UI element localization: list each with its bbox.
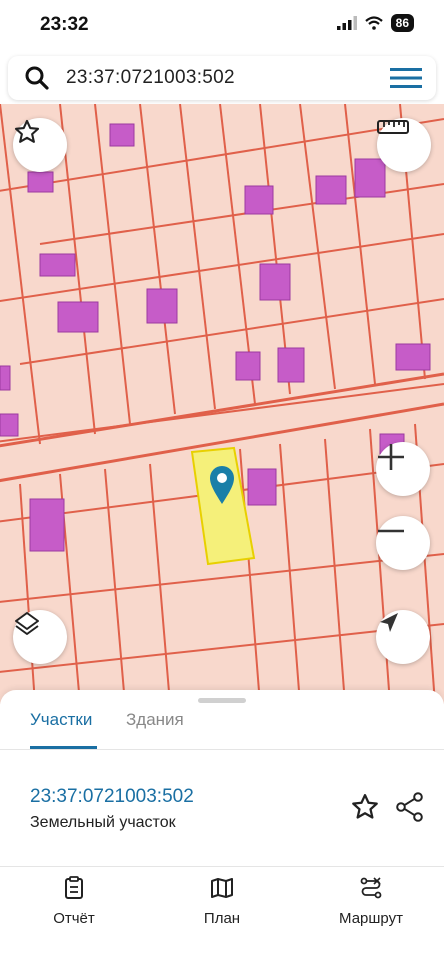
layers-icon bbox=[15, 612, 39, 635]
navigation-arrow-icon bbox=[380, 613, 398, 632]
building bbox=[109, 123, 135, 147]
building bbox=[235, 351, 261, 381]
ruler-icon bbox=[377, 120, 409, 134]
building bbox=[0, 365, 11, 391]
zoom-in-button[interactable] bbox=[376, 442, 430, 496]
share-icon[interactable] bbox=[396, 792, 424, 822]
minus-icon bbox=[378, 529, 404, 533]
building bbox=[27, 171, 54, 193]
parcel-id-link[interactable]: 23:37:0721003:502 bbox=[30, 786, 194, 808]
menu-icon[interactable] bbox=[390, 66, 422, 90]
building bbox=[277, 347, 305, 383]
status-time: 23:32 bbox=[40, 14, 89, 35]
building bbox=[0, 413, 19, 437]
parcel-type: Земельный участок bbox=[30, 814, 176, 831]
favorite-star-icon[interactable] bbox=[350, 792, 380, 822]
route-icon bbox=[360, 877, 382, 899]
report-button[interactable]: Отчёт bbox=[40, 876, 108, 927]
plan-button[interactable]: План bbox=[188, 876, 256, 927]
report-icon bbox=[65, 876, 83, 899]
zoom-out-button[interactable] bbox=[376, 516, 430, 570]
divider bbox=[0, 749, 444, 750]
signal-icon bbox=[336, 16, 357, 30]
bottom-sheet[interactable]: Участки Здания 23:37:0721003:502 Земельн… bbox=[0, 690, 444, 960]
my-location-button[interactable] bbox=[376, 610, 430, 664]
favorite-map-button[interactable] bbox=[13, 118, 67, 172]
search-bar[interactable]: 23:37:0721003:502 bbox=[8, 56, 436, 100]
building bbox=[395, 343, 431, 371]
building bbox=[146, 288, 178, 324]
building bbox=[57, 301, 99, 333]
building bbox=[244, 185, 274, 215]
divider bbox=[0, 866, 444, 867]
plan-label: План bbox=[203, 910, 241, 927]
plus-icon bbox=[378, 444, 404, 470]
building bbox=[29, 498, 65, 552]
search-icon[interactable] bbox=[24, 65, 50, 91]
search-input[interactable]: 23:37:0721003:502 bbox=[66, 67, 235, 89]
ruler-button[interactable] bbox=[377, 118, 431, 172]
star-icon bbox=[14, 119, 40, 143]
building bbox=[247, 468, 277, 506]
layers-button[interactable] bbox=[13, 610, 67, 664]
tab-buildings[interactable]: Здания bbox=[126, 710, 184, 730]
wifi-icon bbox=[364, 16, 383, 30]
map-plan-icon bbox=[211, 878, 233, 898]
cadastral-map[interactable] bbox=[0, 104, 444, 704]
route-button[interactable]: Маршрут bbox=[328, 876, 414, 927]
selected-parcel[interactable] bbox=[190, 446, 256, 566]
building bbox=[315, 175, 347, 205]
status-icons: 86 bbox=[336, 14, 414, 32]
building bbox=[39, 253, 76, 277]
building bbox=[354, 158, 386, 198]
battery-indicator: 86 bbox=[390, 14, 414, 32]
sheet-drag-handle[interactable] bbox=[198, 698, 246, 703]
report-label: Отчёт bbox=[53, 910, 95, 927]
route-label: Маршрут bbox=[339, 910, 403, 927]
status-bar: 23:32 86 bbox=[0, 0, 444, 50]
building bbox=[259, 263, 291, 301]
tab-parcels[interactable]: Участки bbox=[30, 710, 92, 730]
